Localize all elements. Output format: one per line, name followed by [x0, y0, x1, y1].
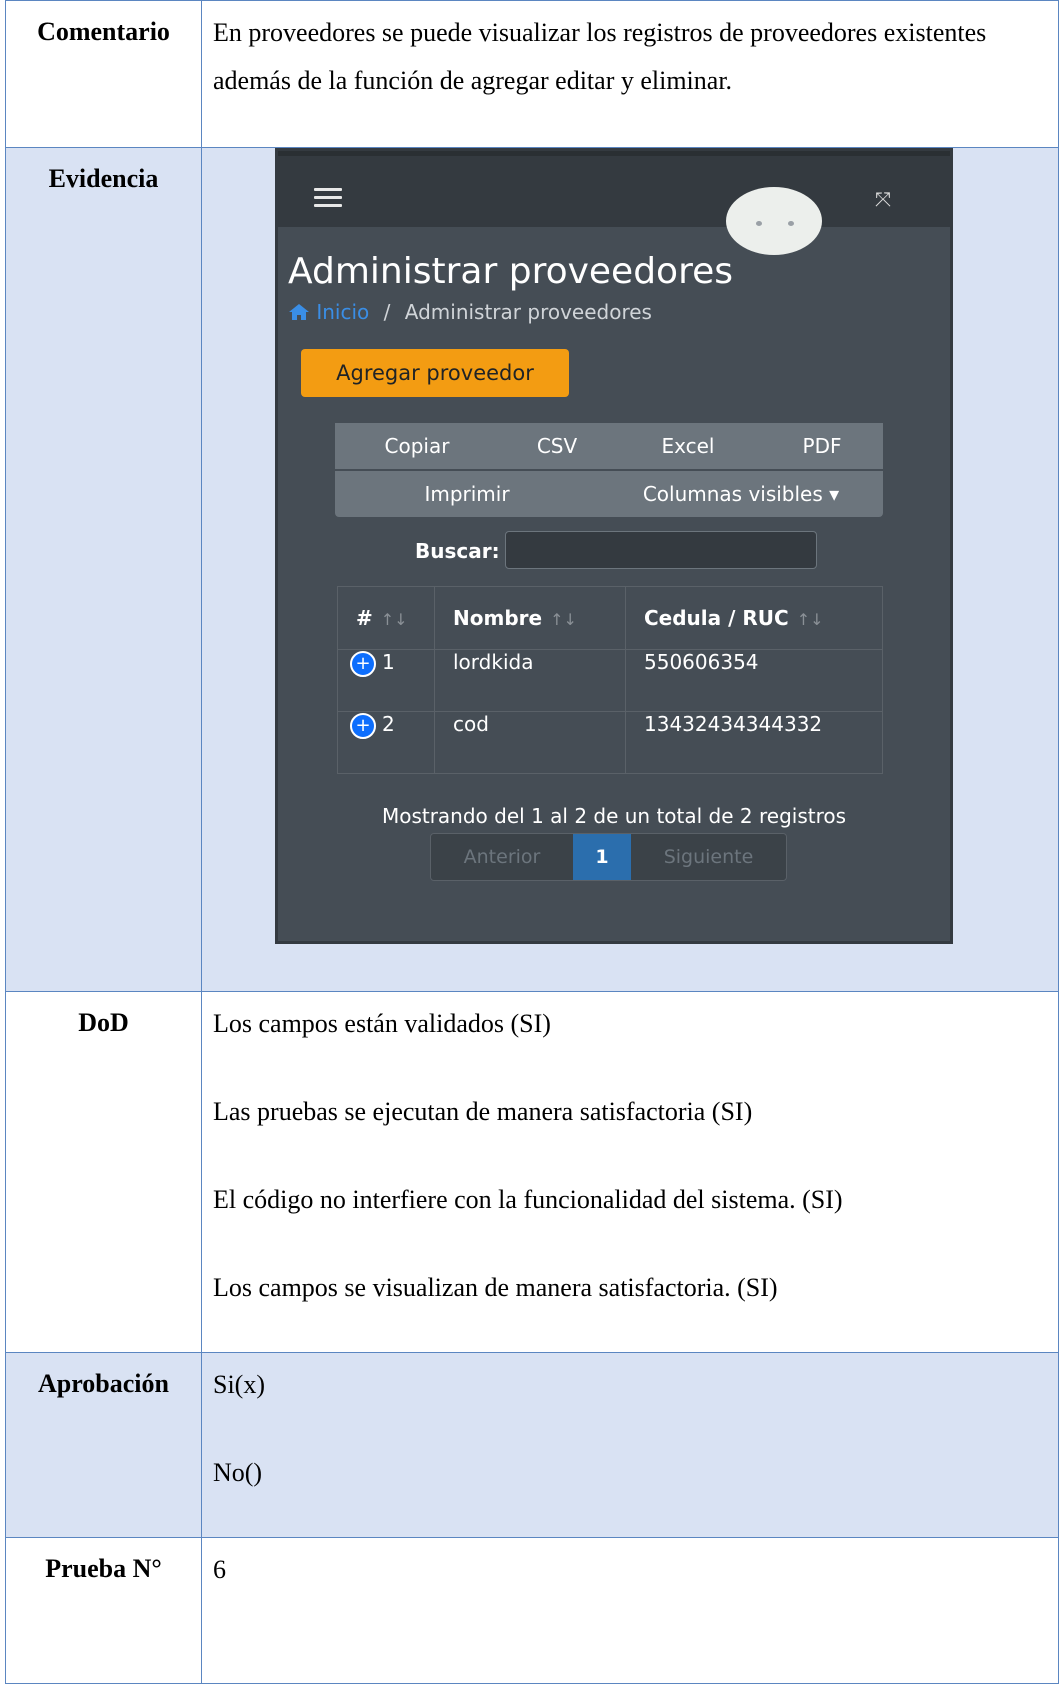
row-number-cell: +2 [337, 711, 435, 774]
comentario-row: Comentario En proveedores se puede visua… [5, 0, 1059, 148]
add-provider-button[interactable]: Agregar proveedor [301, 349, 569, 397]
dod-item: Los campos se visualizan de manera satis… [213, 1273, 778, 1302]
dod-item: Los campos están validados (SI) [213, 1009, 551, 1038]
table-row: +1 lordkida 550606354 [337, 649, 883, 712]
table-header-row: # ↑↓ Nombre ↑↓ Cedula / RUC ↑↓ [337, 586, 883, 650]
dod-list: Los campos están validados (SI) Las prue… [201, 991, 1059, 1353]
aprobacion-label: Aprobación [5, 1352, 202, 1538]
test-report-table: Comentario En proveedores se puede visua… [5, 0, 1059, 1684]
approval-no: No() [213, 1458, 263, 1487]
prueba-value: 6 [201, 1537, 1059, 1684]
breadcrumb: Inicio / Administrar proveedores [288, 300, 652, 324]
prueba-row: Prueba N° 6 [5, 1537, 1059, 1684]
pagination: Anterior 1 Siguiente [430, 833, 787, 881]
comentario-text: En proveedores se puede visualizar los r… [201, 0, 1059, 148]
expand-row-icon[interactable]: + [350, 650, 376, 677]
row-number-cell: +1 [337, 649, 435, 712]
dod-item: Las pruebas se ejecutan de manera satisf… [213, 1097, 753, 1126]
ruc-cell: 13432434344332 [625, 711, 883, 774]
name-cell: cod [434, 711, 626, 774]
evidencia-row: Evidencia ⤧ Administrar proveedores Inic… [5, 147, 1059, 992]
fullscreen-icon[interactable]: ⤧ [875, 189, 899, 209]
avatar[interactable] [726, 187, 822, 255]
expand-row-icon[interactable]: + [350, 712, 376, 739]
name-cell: lordkida [434, 649, 626, 712]
column-header-number[interactable]: # ↑↓ [337, 586, 435, 650]
previous-page-button[interactable]: Anterior [431, 834, 573, 880]
dod-label: DoD [5, 991, 202, 1353]
ruc-cell: 550606354 [625, 649, 883, 712]
search-input[interactable] [505, 531, 817, 569]
menu-icon[interactable] [314, 188, 342, 207]
top-navbar: ⤧ [278, 151, 950, 227]
evidencia-cell: ⤧ Administrar proveedores Inicio / Admin… [201, 147, 1059, 992]
breadcrumb-home-link[interactable]: Inicio [316, 300, 369, 324]
breadcrumb-current: Administrar proveedores [404, 300, 652, 324]
dod-row: DoD Los campos están validados (SI) Las … [5, 991, 1059, 1353]
next-page-button[interactable]: Siguiente [631, 834, 786, 880]
sort-icon: ↑↓ [796, 610, 824, 629]
home-icon [289, 304, 309, 320]
table-row: +2 cod 13432434344332 [337, 711, 883, 774]
csv-button[interactable]: CSV [499, 423, 615, 469]
table-info-text: Mostrando del 1 al 2 de un total de 2 re… [381, 804, 847, 828]
aprobacion-values: Si(x) No() [201, 1352, 1059, 1538]
current-page-button[interactable]: 1 [573, 834, 631, 880]
prueba-label: Prueba N° [5, 1537, 202, 1684]
column-header-ruc[interactable]: Cedula / RUC ↑↓ [625, 586, 883, 650]
column-header-name[interactable]: Nombre ↑↓ [434, 586, 626, 650]
comentario-label: Comentario [5, 0, 202, 148]
visible-columns-button[interactable]: Columnas visibles ▾ [599, 471, 883, 517]
evidencia-label: Evidencia [5, 147, 202, 992]
dod-item: El código no interfiere con la funcional… [213, 1185, 843, 1214]
providers-table: # ↑↓ Nombre ↑↓ Cedula / RUC ↑↓ +1 lordkida … [337, 586, 883, 774]
export-toolbar: Copiar CSV Excel PDF Imprimir Columnas v… [335, 423, 883, 519]
pdf-button[interactable]: PDF [761, 423, 883, 469]
evidence-screenshot: ⤧ Administrar proveedores Inicio / Admin… [275, 148, 953, 944]
aprobacion-row: Aprobación Si(x) No() [5, 1352, 1059, 1538]
approval-yes: Si(x) [213, 1370, 265, 1399]
copy-button[interactable]: Copiar [335, 423, 499, 469]
sort-icon: ↑↓ [550, 610, 577, 629]
page-title: Administrar proveedores [288, 251, 733, 292]
breadcrumb-separator: / [383, 300, 391, 324]
print-button[interactable]: Imprimir [335, 471, 599, 517]
sort-icon: ↑↓ [380, 610, 408, 629]
search-label: Buscar: [415, 539, 500, 563]
excel-button[interactable]: Excel [615, 423, 761, 469]
